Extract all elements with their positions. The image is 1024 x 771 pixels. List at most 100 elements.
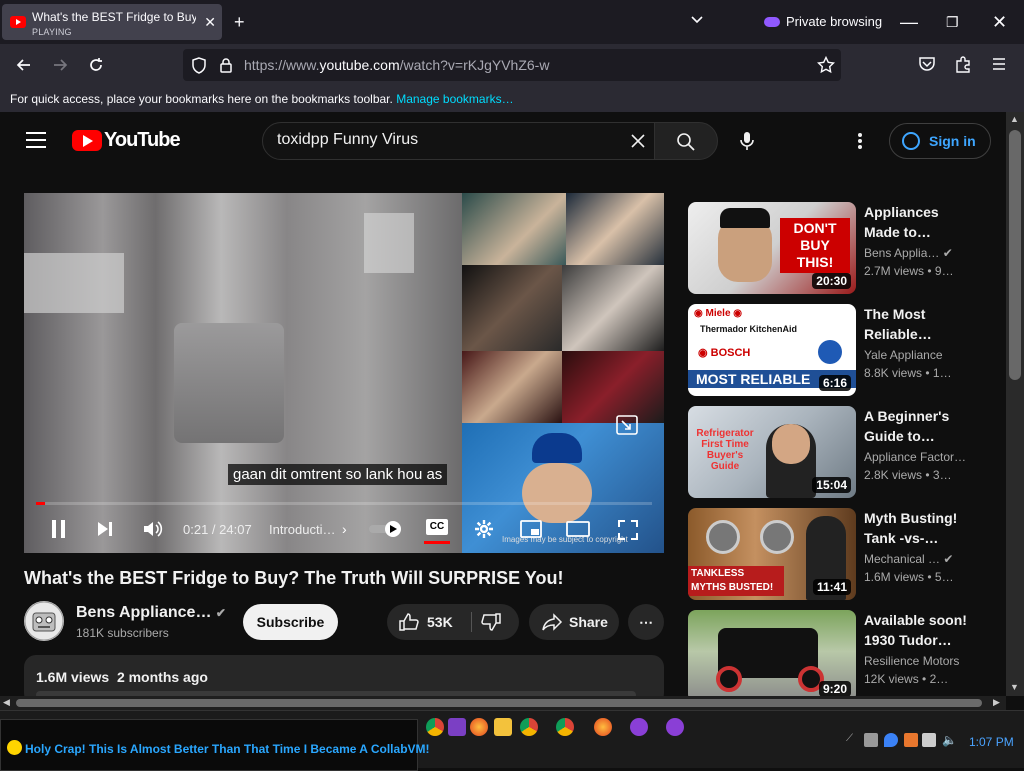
file-explorer-taskbar-icon[interactable]	[494, 718, 512, 736]
forward-button[interactable]	[50, 55, 70, 75]
tray-monitor-icon[interactable]	[922, 733, 936, 747]
private-browsing-label: Private browsing	[786, 14, 883, 29]
player-controls: 0:21 / 24:07 Introducti… › CC	[24, 511, 664, 553]
recommended-title[interactable]: Myth Busting! Tank -vs-…	[864, 508, 974, 548]
scroll-right-arrow-icon[interactable]: ▶	[993, 697, 1000, 708]
recommended-video[interactable]: Refrigerator First Time Buyer's Guide 15…	[688, 406, 988, 498]
taskbar-clock[interactable]: 1:07 PM	[969, 735, 1014, 749]
back-button[interactable]	[14, 55, 34, 75]
autoplay-toggle[interactable]	[368, 520, 404, 538]
vertical-scrollbar[interactable]: ▲ ▼	[1006, 112, 1024, 696]
minimize-button[interactable]: —	[900, 12, 918, 32]
chapter-chevron-icon[interactable]: ›	[342, 521, 347, 537]
recommended-title[interactable]: Appliances Made to…	[864, 202, 974, 242]
more-actions-button[interactable]: ⋯	[628, 604, 664, 640]
tracking-protection-shield-icon[interactable]	[191, 57, 207, 74]
channel-name[interactable]: Bens Appliance… ✔	[76, 604, 226, 622]
chapter-title[interactable]: Introducti…	[269, 522, 335, 537]
theater-mode-icon[interactable]	[566, 520, 590, 538]
tray-droplet-icon[interactable]	[884, 733, 898, 747]
voice-search-button[interactable]	[728, 122, 766, 160]
lock-icon[interactable]	[219, 57, 233, 73]
tray-overflow-icon[interactable]: ⟋	[846, 733, 860, 747]
bookmark-star-icon[interactable]	[817, 56, 835, 74]
pocket-icon[interactable]	[918, 55, 936, 73]
sign-in-button[interactable]: Sign in	[889, 123, 991, 159]
firefox-private-taskbar-icon[interactable]	[630, 718, 648, 736]
horizontal-scrollbar[interactable]: ◀ ▶	[0, 696, 1006, 710]
subtitles-cc-button[interactable]: CC	[424, 519, 450, 544]
close-window-button[interactable]: ✕	[992, 12, 1007, 32]
tray-volume-icon[interactable]: 🔈	[942, 733, 957, 747]
search-input[interactable]	[277, 131, 617, 149]
youtube-wordmark[interactable]: YouTube	[104, 129, 181, 152]
recommended-title[interactable]: Available soon! 1930 Tudor…	[864, 610, 974, 650]
horizontal-scroll-thumb[interactable]	[16, 699, 982, 707]
app-menu-icon[interactable]	[990, 55, 1008, 73]
visual-studio-taskbar-icon[interactable]	[448, 718, 466, 736]
restore-button[interactable]: ❐	[946, 12, 959, 32]
list-all-tabs-chevron-icon[interactable]	[688, 10, 706, 28]
thumb-meter-2	[760, 520, 794, 554]
chrome-taskbar-icon[interactable]	[520, 718, 538, 736]
fridge-water-dispenser	[174, 323, 284, 443]
recommended-video[interactable]: DON'T BUY THIS! 20:30 Appliances Made to…	[688, 202, 988, 294]
thumb-headline: TANKLESS MYTHS BUSTED!	[688, 566, 784, 596]
share-button[interactable]: Share	[529, 604, 619, 640]
recommended-video[interactable]: 9:20 Available soon! 1930 Tudor… Resilie…	[688, 610, 988, 696]
tray-network-icon[interactable]	[864, 733, 878, 747]
recommended-video[interactable]: TANKLESS MYTHS BUSTED! 11:41 Myth Bustin…	[688, 508, 988, 600]
recommended-video[interactable]: ◉ Miele ◉ Thermador KitchenAid ◉ BOSCH M…	[688, 304, 988, 396]
recommended-thumbnail[interactable]: Refrigerator First Time Buyer's Guide 15…	[688, 406, 856, 498]
search-button[interactable]	[654, 122, 718, 160]
settings-gear-icon[interactable]	[474, 519, 494, 539]
recommended-thumbnail[interactable]: 9:20	[688, 610, 856, 696]
volume-icon[interactable]	[142, 520, 164, 538]
pause-icon[interactable]	[50, 519, 68, 539]
extensions-puzzle-icon[interactable]	[954, 55, 972, 73]
channel-name-text[interactable]: Bens Appliance…	[76, 604, 211, 621]
firefox-taskbar-icon[interactable]	[470, 718, 488, 736]
browser-tab-active[interactable]: What's the BEST Fridge to Buy? The Truth…	[2, 4, 222, 40]
verified-check-icon: ✔	[942, 246, 953, 260]
thumb-face	[772, 424, 810, 464]
video-progress-bar[interactable]	[36, 502, 652, 505]
chrome-taskbar-icon[interactable]	[426, 718, 444, 736]
scroll-left-arrow-icon[interactable]: ◀	[3, 697, 10, 708]
new-tab-button[interactable]: +	[234, 12, 245, 32]
like-count[interactable]: 53K	[427, 604, 453, 640]
tray-app-icon[interactable]	[904, 733, 918, 747]
manage-bookmarks-link[interactable]: Manage bookmarks…	[396, 92, 513, 106]
scroll-up-arrow-icon[interactable]: ▲	[1010, 114, 1019, 124]
like-thumbs-up-icon[interactable]	[399, 613, 419, 631]
recommended-thumbnail[interactable]: DON'T BUY THIS! 20:30	[688, 202, 856, 294]
subscribe-button[interactable]: Subscribe	[243, 604, 338, 640]
channel-avatar[interactable]	[24, 601, 64, 641]
vertical-scroll-thumb[interactable]	[1009, 130, 1021, 380]
recommended-thumbnail[interactable]: ◉ Miele ◉ Thermador KitchenAid ◉ BOSCH M…	[688, 304, 856, 396]
verified-check-icon: ✔	[215, 606, 226, 620]
youtube-logo-icon[interactable]	[72, 130, 102, 151]
recommended-channel-name: Mechanical …	[864, 552, 941, 566]
guide-menu-icon[interactable]	[26, 132, 46, 148]
firefox-taskbar-icon[interactable]	[594, 718, 612, 736]
address-bar[interactable]: https://www.youtube.com/watch?v=rKJgYVhZ…	[183, 49, 841, 81]
fullscreen-icon[interactable]	[618, 520, 638, 540]
miniplayer-icon[interactable]	[520, 520, 542, 538]
recommended-title[interactable]: A Beginner's Guide to…	[864, 406, 974, 446]
reload-button[interactable]	[86, 55, 106, 75]
dislike-thumbs-down-icon[interactable]	[481, 613, 501, 631]
firefox-private-taskbar-icon[interactable]	[666, 718, 684, 736]
scroll-down-arrow-icon[interactable]: ▼	[1010, 682, 1019, 692]
video-player[interactable]: Images may be subject to copyright gaan …	[24, 193, 664, 553]
smiley-icon	[7, 740, 22, 755]
more-settings-icon[interactable]	[853, 131, 867, 151]
search-box[interactable]	[262, 122, 655, 160]
chrome-taskbar-icon[interactable]	[556, 718, 574, 736]
clear-search-icon[interactable]	[629, 132, 647, 150]
recommended-title[interactable]: The Most Reliable…	[864, 304, 974, 344]
tab-close-icon[interactable]: ✕	[204, 14, 216, 31]
thumb-ge-logo	[818, 340, 842, 364]
recommended-thumbnail[interactable]: TANKLESS MYTHS BUSTED! 11:41	[688, 508, 856, 600]
next-video-icon[interactable]	[96, 520, 114, 538]
